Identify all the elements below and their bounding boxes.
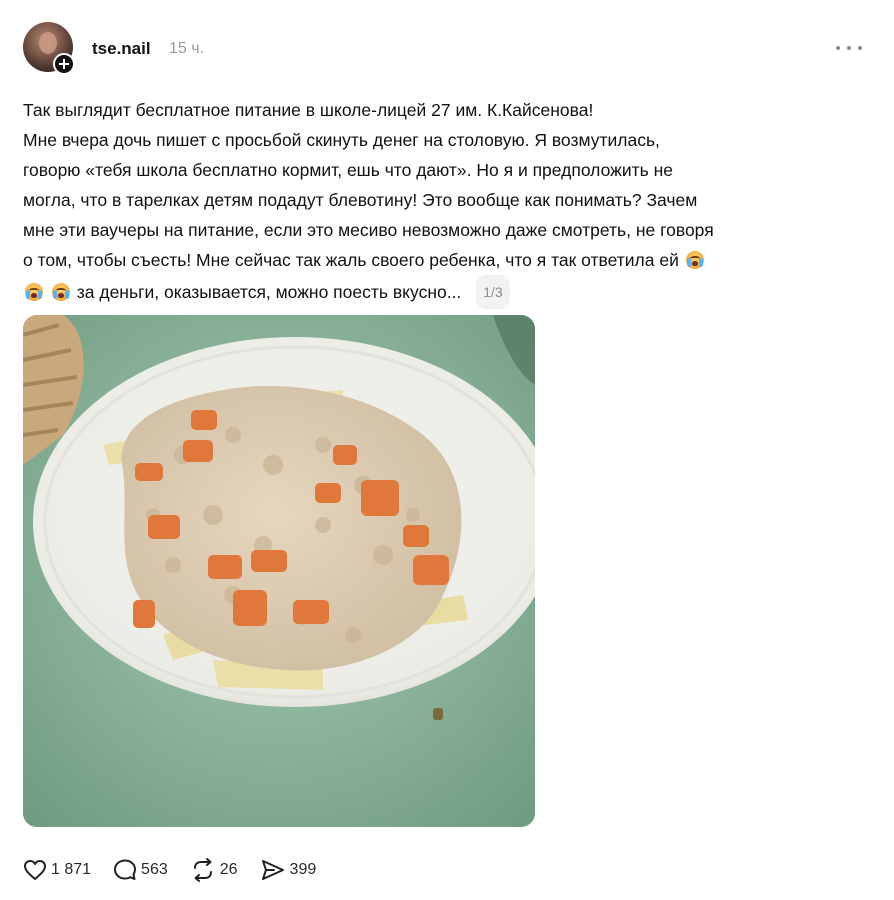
post-text-line-last-wrapper: за деньги, оказывается, можно поесть вку… (23, 275, 873, 309)
repost-icon (193, 858, 212, 882)
repost-button[interactable]: 26 (190, 858, 238, 882)
comment-count: 563 (141, 861, 168, 878)
like-count: 1 871 (51, 861, 92, 878)
like-button[interactable]: 1 871 (23, 859, 91, 881)
follow-plus-icon[interactable] (53, 53, 75, 75)
post-actions: 1 871 563 26 399 (23, 855, 338, 885)
post-text-line: мне эти ваучеры на питание, если это мес… (23, 220, 714, 240)
more-dots-icon[interactable] (836, 40, 862, 56)
send-icon (261, 860, 284, 880)
heart-icon (24, 860, 46, 880)
comment-bubble-icon (114, 859, 137, 880)
crying-face-emoji-icon (25, 283, 43, 301)
post-text-line: о том, чтобы съесть! Мне сейчас так жаль… (23, 250, 679, 270)
post-card: tse.nail 15 ч. Так выглядит бесплатное п… (0, 0, 894, 900)
post-text-line: Так выглядит бесплатное питание в школе-… (23, 100, 594, 120)
share-count: 399 (289, 861, 317, 878)
post-text: Так выглядит бесплатное питание в школе-… (23, 95, 873, 309)
post-timestamp: 15 ч. (169, 40, 205, 57)
food-plate-image (23, 315, 535, 827)
post-text-line: могла, что в тарелках детям подадут блев… (23, 190, 698, 210)
avatar-face (39, 32, 57, 54)
repost-count: 26 (219, 861, 238, 878)
post-text-line-emoji-wrapper: о том, чтобы съесть! Мне сейчас так жаль… (23, 245, 873, 275)
post-text-line: за деньги, оказывается, можно поесть вку… (76, 282, 462, 302)
crying-face-emoji-icon (51, 283, 70, 301)
crying-face-emoji-icon (685, 251, 704, 269)
share-button[interactable]: 399 (260, 858, 317, 882)
post-photo[interactable] (23, 315, 535, 827)
post-text-line: Мне вчера дочь пишет с просьбой скинуть … (23, 130, 660, 150)
post-text-line: говорю «тебя школа бесплатно кормит, ешь… (23, 160, 673, 180)
media-page-counter: 1/3 (476, 275, 510, 309)
username[interactable]: tse.nail (92, 39, 151, 59)
comment-button[interactable]: 563 (113, 858, 168, 882)
